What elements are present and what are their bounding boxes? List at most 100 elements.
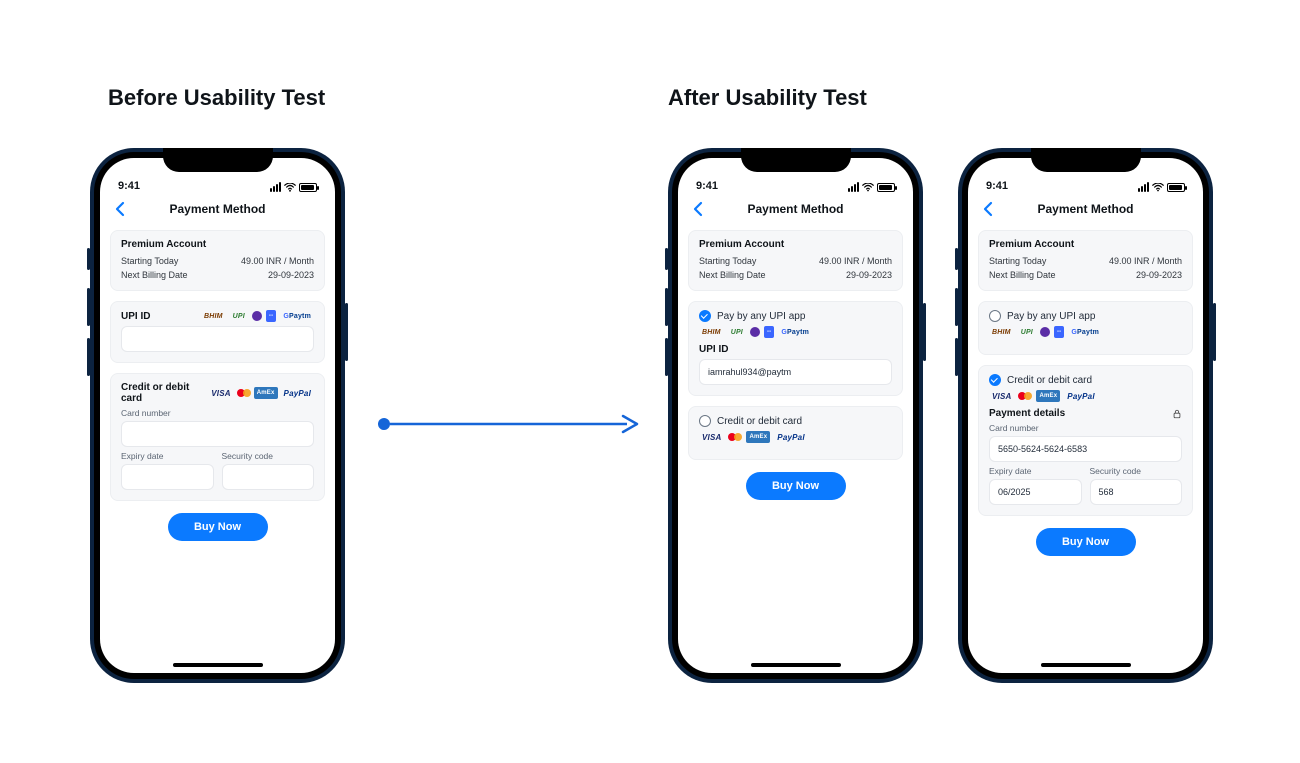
back-button[interactable] <box>690 200 708 218</box>
account-summary-card: Premium Account Starting Today 49.00 INR … <box>978 230 1193 291</box>
upi-logo: UPI <box>230 310 248 322</box>
upi-id-label: UPI ID <box>121 311 150 322</box>
phone-before: 9:41 Payment Method Premium Account <box>90 148 345 683</box>
card-logos: VISA AmEx PayPal <box>989 390 1182 402</box>
signal-icon <box>848 182 859 192</box>
screen-header: Payment Method <box>968 194 1203 224</box>
buy-now-button[interactable]: Buy Now <box>1036 528 1136 556</box>
upi-logo: UPI <box>728 326 746 338</box>
volume-up <box>87 288 90 326</box>
mute-switch <box>87 248 90 270</box>
upi-option-label: Pay by any UPI app <box>1007 311 1095 322</box>
volume-up <box>955 288 958 326</box>
card-card: Credit or debit card VISA AmEx PayPal Ca… <box>110 373 325 501</box>
payment-details-text: Payment details <box>989 408 1065 419</box>
upi-radio-option[interactable]: Pay by any UPI app <box>989 310 1182 322</box>
back-button[interactable] <box>112 200 130 218</box>
card-radio-option[interactable]: Credit or debit card <box>699 415 892 427</box>
bhim-logo: BHIM <box>989 326 1014 338</box>
card-section-label: Credit or debit card <box>121 382 208 404</box>
account-row-billing: Next Billing Date 29-09-2023 <box>121 270 314 280</box>
row-label: Next Billing Date <box>989 270 1056 280</box>
expiry-input[interactable] <box>121 464 214 490</box>
card-option-card: Credit or debit card VISA AmEx PayPal <box>688 406 903 460</box>
upi-logos: BHIM UPI -- GPaytm <box>699 326 892 338</box>
upi-option-label: Pay by any UPI app <box>717 311 805 322</box>
account-summary-card: Premium Account Starting Today 49.00 INR… <box>110 230 325 291</box>
bhim-logo: BHIM <box>699 326 724 338</box>
screen-header: Payment Method <box>678 194 913 224</box>
battery-icon <box>299 183 317 192</box>
phone-after-card: 9:41 Payment Method Premium Account Star… <box>958 148 1213 683</box>
wifi-icon <box>862 183 874 192</box>
visa-logo: VISA <box>989 390 1014 402</box>
power-button <box>1213 303 1216 361</box>
row-value: 29-09-2023 <box>268 270 314 280</box>
mastercard-logo <box>237 388 251 398</box>
row-label: Next Billing Date <box>699 270 766 280</box>
home-indicator <box>1041 663 1131 667</box>
battery-icon <box>877 183 895 192</box>
battery-icon <box>1167 183 1185 192</box>
mute-switch <box>955 248 958 270</box>
cvv-input[interactable] <box>222 464 315 490</box>
row-value: 29-09-2023 <box>1136 270 1182 280</box>
card-number-input[interactable]: 5650-5624-5624-6583 <box>989 436 1182 462</box>
screen-header: Payment Method <box>100 194 335 224</box>
page-title: Payment Method <box>169 202 265 216</box>
row-value: 49.00 INR / Month <box>241 256 314 266</box>
amex-logo: AmEx <box>254 387 278 399</box>
volume-down <box>87 338 90 376</box>
heading-after: After Usability Test <box>668 85 867 111</box>
upi-logos: BHIM UPI -- GPaytm <box>989 326 1182 338</box>
misc-logo: -- <box>266 310 276 322</box>
expiry-label: Expiry date <box>121 451 214 461</box>
transition-arrow <box>375 412 645 436</box>
radio-unchecked-icon <box>989 310 1001 322</box>
card-number-input[interactable] <box>121 421 314 447</box>
expiry-label: Expiry date <box>989 466 1082 476</box>
account-title: Premium Account <box>989 239 1182 250</box>
card-option-card: Credit or debit card VISA AmEx PayPal Pa… <box>978 365 1193 516</box>
card-radio-option[interactable]: Credit or debit card <box>989 374 1182 386</box>
phone-notch <box>163 148 273 172</box>
upi-id-input[interactable] <box>121 326 314 352</box>
card-logos: VISA AmEx PayPal <box>699 431 892 443</box>
signal-icon <box>1138 182 1149 192</box>
gpay-paytm-logo: GPaytm <box>280 310 314 322</box>
power-button <box>345 303 348 361</box>
status-time: 9:41 <box>696 180 718 192</box>
home-indicator <box>173 663 263 667</box>
upi-option-card: Pay by any UPI app BHIM UPI -- GPaytm <box>978 301 1193 355</box>
lock-icon <box>1172 409 1182 419</box>
radio-checked-icon <box>699 310 711 322</box>
radio-checked-icon <box>989 374 1001 386</box>
visa-logo: VISA <box>208 387 233 399</box>
card-number-label: Card number <box>989 423 1182 433</box>
row-label: Starting Today <box>989 256 1046 266</box>
paypal-logo: PayPal <box>281 387 314 399</box>
back-button[interactable] <box>980 200 998 218</box>
upi-option-card: Pay by any UPI app BHIM UPI -- GPaytm UP… <box>688 301 903 396</box>
upi-radio-option[interactable]: Pay by any UPI app <box>699 310 892 322</box>
gpay-paytm-logo: GPaytm <box>1068 326 1102 338</box>
volume-up <box>665 288 668 326</box>
volume-down <box>665 338 668 376</box>
upi-id-input[interactable]: iamrahul934@paytm <box>699 359 892 385</box>
upi-logos: BHIM UPI -- GPaytm <box>201 310 314 322</box>
upi-id-label: UPI ID <box>699 344 892 355</box>
expiry-input[interactable]: 06/2025 <box>989 479 1082 505</box>
page-title: Payment Method <box>747 202 843 216</box>
cvv-input[interactable]: 568 <box>1090 479 1183 505</box>
paypal-logo: PayPal <box>1064 390 1097 402</box>
buy-now-button[interactable]: Buy Now <box>168 513 268 541</box>
amex-logo: AmEx <box>1036 390 1060 402</box>
mastercard-logo <box>1018 391 1032 401</box>
buy-now-button[interactable]: Buy Now <box>746 472 846 500</box>
row-label: Next Billing Date <box>121 270 188 280</box>
row-value: 49.00 INR / Month <box>1109 256 1182 266</box>
status-time: 9:41 <box>986 180 1008 192</box>
upi-logo: UPI <box>1018 326 1036 338</box>
phonepe-logo <box>750 327 760 337</box>
row-value: 29-09-2023 <box>846 270 892 280</box>
